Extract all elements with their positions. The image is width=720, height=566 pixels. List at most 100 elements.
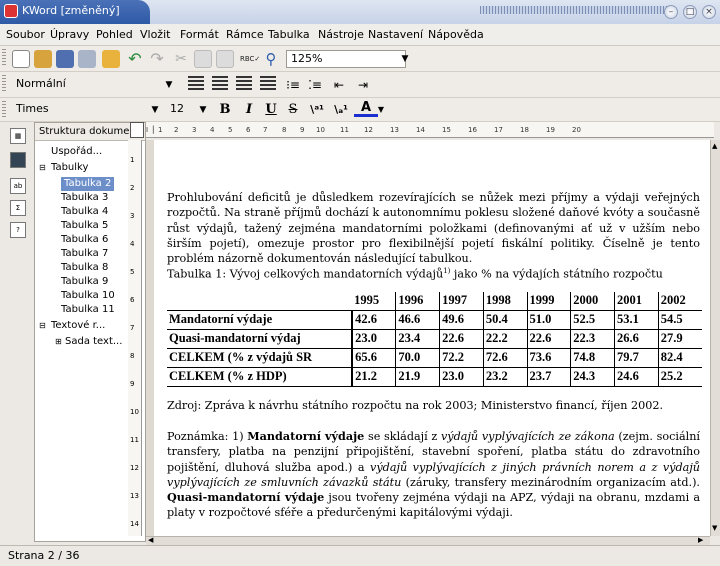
year-header[interactable]: 2000 <box>570 292 616 311</box>
new-document-icon[interactable] <box>12 50 30 68</box>
underline-button[interactable]: U <box>262 101 280 119</box>
table-cell[interactable]: 21.9 <box>395 367 441 387</box>
table-cell[interactable]: 21.2 <box>352 367 397 387</box>
table-cell[interactable]: 23.4 <box>395 329 441 349</box>
year-header[interactable]: 1996 <box>395 292 441 311</box>
undo-icon[interactable]: ↶ <box>126 50 144 68</box>
table-cell[interactable]: 22.6 <box>527 329 572 349</box>
tree-item-table-11[interactable]: Tabulka 11 <box>61 303 115 317</box>
maximize-icon[interactable]: □ <box>683 5 697 19</box>
open-folder-icon[interactable] <box>34 50 52 68</box>
chevron-down-icon[interactable]: ▼ <box>376 101 386 119</box>
footnote-paragraph[interactable]: Poznámka: 1) Mandatorní výdaje se skláda… <box>167 429 700 521</box>
table-cell[interactable]: 22.2 <box>483 329 528 349</box>
menu-format[interactable]: Formát <box>180 28 219 41</box>
table-cell[interactable]: 26.6 <box>614 329 659 349</box>
table-cell[interactable]: 24.6 <box>614 367 659 387</box>
variable-frame-icon[interactable]: ? <box>10 222 26 238</box>
spellcheck-icon[interactable]: RBC✓ <box>240 50 260 68</box>
tree-item-table-5[interactable]: Tabulka 5 <box>61 219 108 233</box>
year-header[interactable]: 2001 <box>614 292 659 311</box>
numbered-list-icon[interactable]: ⁝≡ <box>284 76 302 94</box>
decrease-indent-icon[interactable]: ⇤ <box>330 76 348 94</box>
tree-item-table-4[interactable]: Tabulka 4 <box>61 205 108 219</box>
zoom-combo[interactable]: 125% <box>286 50 406 68</box>
italic-button[interactable]: I <box>240 101 258 119</box>
table-cell[interactable]: 52.5 <box>570 310 616 330</box>
horizontal-scrollbar[interactable]: ◀ ▶ <box>146 536 710 545</box>
scroll-down-icon[interactable]: ▼ <box>712 524 717 532</box>
table-cell[interactable]: 54.5 <box>658 310 702 330</box>
tree-item-tables[interactable]: Tabulky <box>51 161 88 175</box>
font-size-combo[interactable]: 12 <box>166 101 198 119</box>
redo-icon[interactable]: ↷ <box>148 50 166 68</box>
table-cell[interactable]: 51.0 <box>527 310 572 330</box>
menu-upravy[interactable]: Úpravy <box>50 28 89 41</box>
year-header[interactable]: 1995 <box>352 292 397 311</box>
menu-soubor[interactable]: Soubor <box>6 28 45 41</box>
print-icon[interactable] <box>78 50 96 68</box>
tree-item-table-10[interactable]: Tabulka 10 <box>61 289 115 303</box>
formula-frame-icon[interactable]: Σ <box>10 200 26 216</box>
subscript-icon[interactable]: \ₐ¹ <box>330 101 352 119</box>
table-cell[interactable]: 74.8 <box>570 348 616 368</box>
table-cell[interactable]: 42.6 <box>352 310 397 330</box>
tree-collapse-icon[interactable]: ⊟ <box>39 161 46 175</box>
chevron-down-icon[interactable]: ▼ <box>398 50 412 68</box>
menu-nastaveni[interactable]: Nastavení <box>368 28 423 41</box>
vertical-scrollbar[interactable]: ▲ ▼ <box>710 140 720 536</box>
tree-item-table-6[interactable]: Tabulka 6 <box>61 233 108 247</box>
tree-item-table-2[interactable]: Tabulka 2 <box>61 177 115 191</box>
menu-vlozit[interactable]: Vložit <box>140 28 170 41</box>
table-corner-cell[interactable] <box>167 292 353 311</box>
copy-icon[interactable] <box>194 50 212 68</box>
align-right-icon[interactable] <box>236 76 252 92</box>
find-icon[interactable]: ⚲ <box>262 50 280 68</box>
chevron-down-icon[interactable]: ▼ <box>196 101 210 119</box>
tree-collapse-icon[interactable]: ⊟ <box>39 319 46 333</box>
bold-button[interactable]: B <box>216 101 234 119</box>
table-cell[interactable]: 23.7 <box>527 367 572 387</box>
year-header[interactable]: 1999 <box>527 292 572 311</box>
menu-tabulka[interactable]: Tabulka <box>268 28 310 41</box>
tree-item-table-3[interactable]: Tabulka 3 <box>61 191 108 205</box>
document-canvas[interactable]: Prohlubování deficitů je důsledkem rozev… <box>146 140 710 536</box>
row-label[interactable]: Quasi-mandatorní výdaj <box>167 329 354 349</box>
menu-ramce[interactable]: Rámce <box>226 28 264 41</box>
document-structure-header[interactable]: Struktura dokume <box>35 123 145 141</box>
cut-icon[interactable]: ✂ <box>172 50 190 68</box>
row-label[interactable]: CELKEM (% z HDP) <box>167 367 354 387</box>
menu-nastroje[interactable]: Nástroje <box>318 28 364 41</box>
scroll-right-icon[interactable]: ▶ <box>698 536 703 544</box>
table-cell[interactable]: 82.4 <box>658 348 702 368</box>
style-combo[interactable]: Normální <box>12 76 172 94</box>
table-cell[interactable]: 23.0 <box>439 367 484 387</box>
table-cell[interactable]: 72.6 <box>483 348 528 368</box>
minimize-icon[interactable]: – <box>664 5 678 19</box>
table-cell[interactable]: 22.3 <box>570 329 616 349</box>
table-cell[interactable]: 53.1 <box>614 310 659 330</box>
menu-pohled[interactable]: Pohled <box>96 28 133 41</box>
year-header[interactable]: 1998 <box>483 292 528 311</box>
table-cell[interactable]: 73.6 <box>527 348 572 368</box>
document-page[interactable]: Prohlubování deficitů je důsledkem rozev… <box>154 140 710 536</box>
picture-frame-icon[interactable] <box>10 152 26 168</box>
tree-item-table-8[interactable]: Tabulka 8 <box>61 261 108 275</box>
table-cell[interactable]: 24.3 <box>570 367 616 387</box>
row-label[interactable]: Mandatorní výdaje <box>167 310 354 330</box>
table-cell[interactable]: 72.2 <box>439 348 484 368</box>
superscript-icon[interactable]: \ᵃ¹ <box>306 101 328 119</box>
year-header[interactable]: 2002 <box>658 292 702 311</box>
table-cell[interactable]: 49.6 <box>439 310 484 330</box>
horizontal-ruler[interactable]: I▕ 1 2 3 4 5 6 7 8 9 10 11 12 13 14 15 1… <box>146 122 714 138</box>
increase-indent-icon[interactable]: ⇥ <box>354 76 372 94</box>
tree-item-text-frames[interactable]: Textové r... <box>51 319 105 333</box>
source-note[interactable]: Zdroj: Zpráva k návrhu státního rozpočtu… <box>167 398 700 413</box>
align-left-icon[interactable] <box>188 76 204 92</box>
table-cell[interactable]: 79.7 <box>614 348 659 368</box>
tree-item-text-set[interactable]: Sada text... <box>65 335 122 349</box>
align-justify-icon[interactable] <box>260 76 276 92</box>
paragraph-intro[interactable]: Prohlubování deficitů je důsledkem rozev… <box>167 190 700 266</box>
chevron-down-icon[interactable]: ▼ <box>162 76 176 94</box>
align-center-icon[interactable] <box>212 76 228 92</box>
